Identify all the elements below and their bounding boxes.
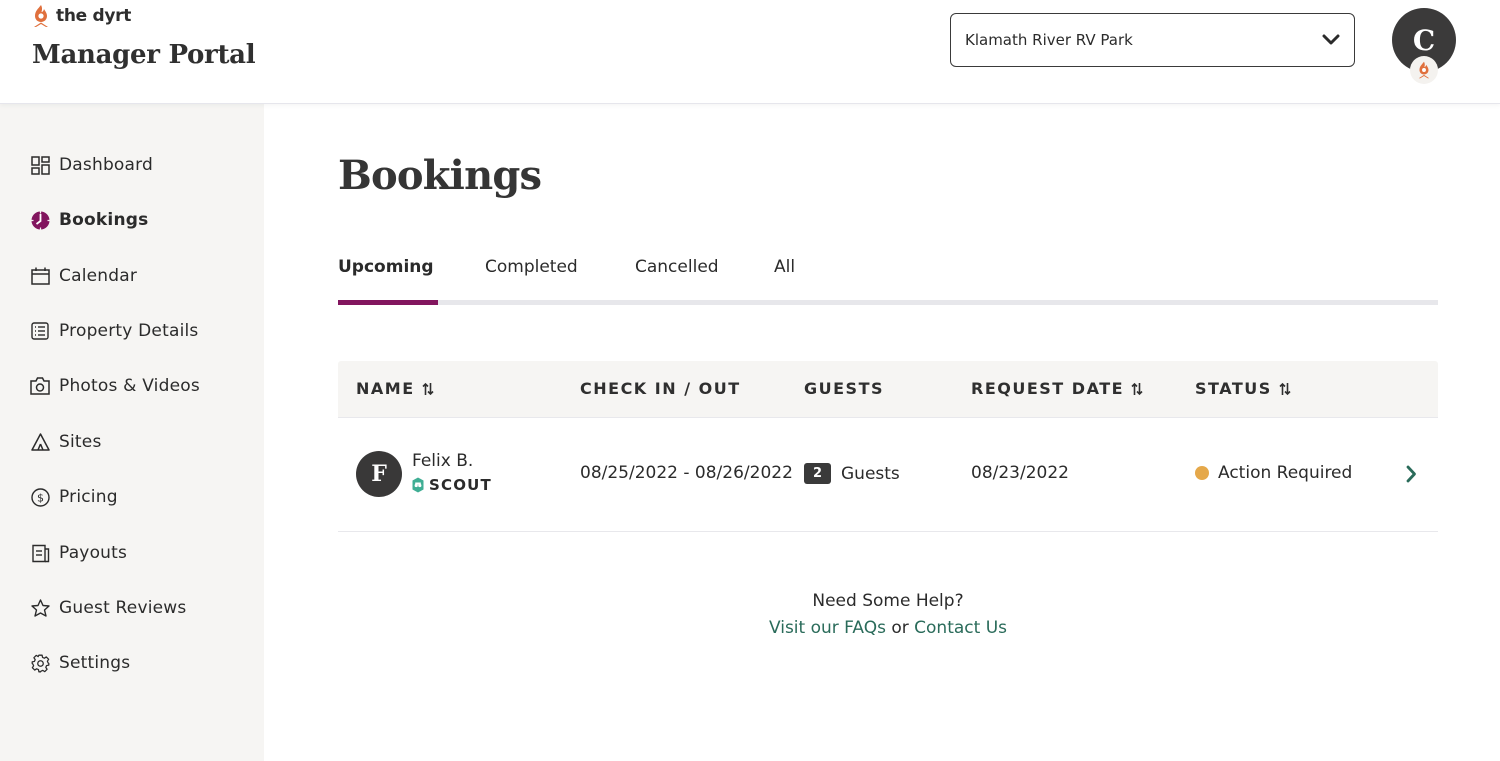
sidebar-item-label: Guest Reviews: [59, 598, 187, 618]
tab-cancelled[interactable]: Cancelled: [635, 257, 719, 277]
column-header-label: REQUEST DATE: [971, 379, 1125, 398]
tab-upcoming[interactable]: Upcoming: [338, 257, 434, 277]
status-cell: Action Required: [1195, 463, 1352, 483]
chevron-down-icon: [1322, 34, 1340, 45]
sort-icon: [1279, 382, 1291, 395]
sidebar-item-property-details[interactable]: Property Details: [30, 316, 198, 346]
contact-us-link[interactable]: Contact Us: [914, 618, 1007, 638]
campfire-logo-icon: [34, 5, 48, 27]
help-section: Need Some Help? Visit our FAQs or Contac…: [338, 590, 1438, 644]
status-label: Action Required: [1218, 463, 1353, 483]
sidebar-item-dashboard[interactable]: Dashboard: [30, 150, 153, 180]
guest-avatar: F: [356, 451, 402, 497]
sidebar-item-label: Photos & Videos: [59, 376, 200, 396]
receipt-icon: [30, 543, 50, 563]
sidebar-item-guest-reviews[interactable]: Guest Reviews: [30, 593, 186, 623]
column-header-label: STATUS: [1195, 379, 1272, 398]
sidebar-item-label: Payouts: [59, 543, 128, 563]
column-header-status[interactable]: STATUS: [1195, 379, 1291, 398]
guest-count-badge: 2: [804, 463, 831, 484]
scout-badge: SCOUT: [412, 476, 492, 494]
user-avatar-badge: [1410, 56, 1438, 84]
faq-link[interactable]: Visit our FAQs: [769, 618, 886, 638]
column-header-label: NAME: [356, 379, 415, 398]
guest-avatar-initial: F: [371, 461, 387, 487]
portal-title: Manager Portal: [32, 40, 256, 70]
help-connector: or: [885, 618, 915, 638]
sort-icon: [422, 382, 434, 395]
booking-tabs: Upcoming Completed Cancelled All: [338, 255, 1438, 307]
sidebar-item-label: Bookings: [59, 210, 149, 230]
calendar-icon: [30, 266, 50, 286]
status-dot-icon: [1195, 466, 1209, 480]
user-avatar-initial: C: [1412, 23, 1436, 57]
sidebar-item-pricing[interactable]: $ Pricing: [30, 482, 118, 512]
sidebar-item-label: Calendar: [59, 266, 138, 286]
scout-hexagon-icon: [412, 477, 424, 493]
page-title: Bookings: [338, 152, 542, 199]
dollar-circle-icon: $: [30, 487, 50, 507]
tent-icon: [30, 432, 50, 452]
help-links: Visit our FAQs or Contact Us: [338, 612, 1438, 644]
sidebar-item-payouts[interactable]: Payouts: [30, 538, 127, 568]
table-row[interactable]: F Felix B. SCOUT 08/25/2022 - 08/26/2022…: [338, 418, 1438, 532]
property-selector-value: Klamath River RV Park: [965, 31, 1133, 49]
check-in-out-dates: 08/25/2022 - 08/26/2022: [580, 463, 793, 483]
sidebar-item-calendar[interactable]: Calendar: [30, 261, 137, 291]
top-header: the dyrt Manager Portal Klamath River RV…: [0, 0, 1500, 104]
sidebar-item-label: Settings: [59, 653, 131, 673]
tab-track: [338, 300, 1438, 305]
sidebar-item-label: Dashboard: [59, 155, 154, 175]
sort-icon: [1131, 382, 1143, 395]
property-selector[interactable]: Klamath River RV Park: [950, 13, 1355, 67]
sidebar: Dashboard Bookings Calendar Property Det…: [0, 104, 264, 761]
campfire-icon: [1418, 61, 1430, 79]
request-date: 08/23/2022: [971, 463, 1069, 483]
scout-label: SCOUT: [429, 476, 492, 494]
sidebar-item-bookings[interactable]: Bookings: [30, 205, 148, 235]
guests-cell: 2 Guests: [804, 463, 900, 484]
camera-icon: [30, 376, 50, 396]
sidebar-item-settings[interactable]: Settings: [30, 648, 130, 678]
sidebar-item-label: Property Details: [59, 321, 199, 341]
column-header-check-in-out: CHECK IN / OUT: [580, 379, 741, 398]
active-tab-indicator: [338, 300, 438, 305]
sidebar-item-photos-videos[interactable]: Photos & Videos: [30, 371, 200, 401]
list-icon: [30, 321, 50, 341]
brand-logo[interactable]: the dyrt: [32, 4, 131, 28]
column-header-name[interactable]: NAME: [356, 379, 434, 398]
chevron-right-icon[interactable]: [1404, 464, 1418, 484]
column-header-request-date[interactable]: REQUEST DATE: [971, 379, 1143, 398]
help-title: Need Some Help?: [812, 591, 964, 611]
bookings-table: NAME CHECK IN / OUT GUESTS REQUEST DATE …: [338, 361, 1438, 532]
bookings-clock-icon: [30, 210, 50, 230]
dashboard-grid-icon: [30, 155, 50, 175]
column-header-guests: GUESTS: [804, 379, 884, 398]
tab-all[interactable]: All: [774, 257, 795, 277]
svg-text:$: $: [37, 491, 44, 504]
sidebar-item-label: Pricing: [59, 487, 118, 507]
brand-name: the dyrt: [56, 6, 132, 26]
star-icon: [30, 598, 50, 618]
tab-completed[interactable]: Completed: [485, 257, 578, 277]
sidebar-item-label: Sites: [59, 432, 102, 452]
table-header: NAME CHECK IN / OUT GUESTS REQUEST DATE …: [338, 361, 1438, 418]
guest-name: Felix B.: [412, 451, 474, 471]
gear-icon: [30, 653, 50, 673]
column-header-label: CHECK IN / OUT: [580, 379, 741, 398]
sidebar-item-sites[interactable]: Sites: [30, 427, 102, 457]
column-header-label: GUESTS: [804, 379, 885, 398]
guests-label: Guests: [841, 463, 900, 484]
